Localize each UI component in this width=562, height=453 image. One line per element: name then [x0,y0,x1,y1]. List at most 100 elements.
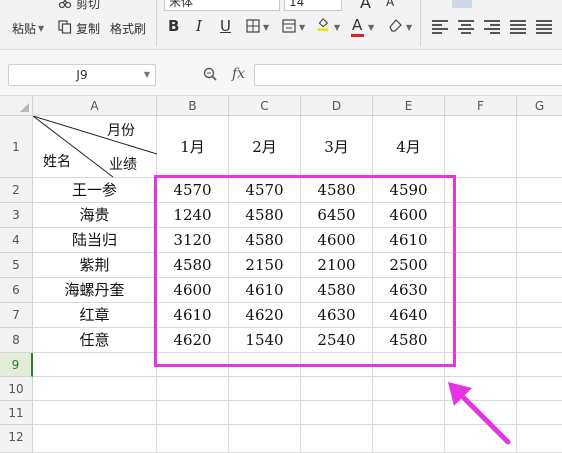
align-top-icon[interactable] [432,0,448,10]
fx-icon[interactable]: fx [232,66,245,82]
scissors-icon[interactable] [58,0,72,9]
format-painter-button[interactable]: 格式刷 [110,20,146,37]
chevron-down-icon[interactable]: ▼ [144,65,150,85]
font-name-select[interactable]: 宋体 [164,0,280,11]
column-header-g[interactable]: G [517,96,562,116]
row-header-1[interactable]: 1 [0,116,33,178]
name-cell[interactable]: 王一参 [33,178,157,203]
empty-cell[interactable] [157,425,229,453]
empty-cell[interactable] [301,401,373,425]
empty-cell[interactable] [157,377,229,401]
column-header-b[interactable]: B [157,96,229,116]
empty-cell[interactable] [373,401,445,425]
name-cell[interactable]: 海螺丹奎 [33,278,157,303]
row-header-3[interactable]: 3 [0,203,33,228]
empty-cell[interactable] [517,178,562,203]
cut-button[interactable]: 剪切 [76,0,100,12]
copy-icon[interactable] [58,20,72,34]
select-all-corner[interactable] [0,96,33,116]
justify-icon[interactable] [510,20,526,34]
underline-button[interactable]: U [220,17,231,35]
wrap-text-icon[interactable] [508,0,524,10]
row-header-8[interactable]: 8 [0,328,33,353]
row-header-6[interactable]: 6 [0,278,33,303]
empty-cell[interactable] [517,278,562,303]
empty-cell[interactable] [229,401,301,425]
empty-cell[interactable] [229,377,301,401]
empty-cell[interactable] [33,377,157,401]
row-header-2[interactable]: 2 [0,178,33,203]
distributed-icon[interactable] [536,20,552,34]
month-header-cell[interactable]: 1月 [157,116,229,178]
column-header-c[interactable]: C [229,96,301,116]
empty-cell[interactable] [517,328,562,353]
indent-icon[interactable] [534,0,550,10]
shrink-font-button[interactable]: A [386,0,394,9]
row-header-9[interactable]: 9 [0,353,33,377]
row-header-11[interactable]: 11 [0,401,33,425]
empty-cell[interactable] [373,425,445,453]
align-right-icon[interactable] [484,20,500,34]
empty-cell[interactable] [517,353,562,377]
name-cell[interactable]: 紫荆 [33,253,157,278]
chevron-down-icon[interactable]: ▼ [299,23,305,32]
empty-cell[interactable] [33,353,157,377]
align-center-icon[interactable] [458,20,474,34]
empty-cell[interactable] [157,401,229,425]
chevron-down-icon[interactable]: ▼ [368,23,374,32]
empty-cell[interactable] [517,253,562,278]
chevron-down-icon[interactable]: ▼ [406,23,412,32]
empty-cell[interactable] [517,303,562,328]
empty-cell[interactable] [33,425,157,453]
name-box[interactable]: J9 ▼ [8,64,156,86]
month-header-cell[interactable]: 3月 [301,116,373,178]
empty-cell[interactable] [373,377,445,401]
borders-icon[interactable] [246,19,260,33]
month-header-cell[interactable]: 4月 [373,116,445,178]
empty-cell[interactable] [517,203,562,228]
empty-cell[interactable] [301,377,373,401]
empty-cell[interactable] [517,228,562,253]
zoom-icon[interactable] [203,67,217,81]
name-cell[interactable]: 任意 [33,328,157,353]
align-bottom-icon[interactable] [482,0,498,10]
eraser-icon[interactable] [388,18,402,32]
empty-cell[interactable] [301,425,373,453]
paste-button[interactable]: 粘贴 [12,20,36,37]
chevron-down-icon[interactable]: ▼ [38,24,44,33]
row-header-4[interactable]: 4 [0,228,33,253]
column-header-a[interactable]: A [33,96,157,116]
empty-cell[interactable] [517,401,562,425]
empty-cell[interactable] [517,425,562,453]
empty-cell[interactable] [517,377,562,401]
row-header-10[interactable]: 10 [0,377,33,401]
align-middle-icon[interactable] [452,0,472,8]
empty-cell[interactable] [229,425,301,453]
chevron-down-icon[interactable]: ▼ [334,23,340,32]
chevron-down-icon[interactable]: ▼ [263,23,269,32]
column-header-d[interactable]: D [301,96,373,116]
empty-cell[interactable] [445,116,517,178]
month-header-cell[interactable]: 2月 [229,116,301,178]
name-cell[interactable]: 红章 [33,303,157,328]
bold-button[interactable]: B [168,17,179,35]
row-header-5[interactable]: 5 [0,253,33,278]
merge-cells-icon[interactable] [282,19,296,33]
copy-button[interactable]: 复制 [76,20,100,37]
name-cell[interactable]: 陆当归 [33,228,157,253]
fill-color-icon[interactable] [316,17,330,31]
header-diagonal-cell[interactable]: 月份 姓名 业绩 [33,116,157,178]
empty-cell[interactable] [517,116,562,178]
font-color-button[interactable]: A [352,16,362,34]
column-header-e[interactable]: E [373,96,445,116]
row-header-12[interactable]: 12 [0,425,33,453]
italic-button[interactable]: I [196,17,202,35]
align-left-icon[interactable] [432,20,448,34]
column-header-f[interactable]: F [445,96,517,116]
grow-font-button[interactable]: A [360,0,371,12]
name-cell[interactable]: 海贵 [33,203,157,228]
font-size-select[interactable]: 14 [284,0,342,11]
formula-input[interactable] [254,64,562,86]
row-header-7[interactable]: 7 [0,303,33,328]
empty-cell[interactable] [33,401,157,425]
